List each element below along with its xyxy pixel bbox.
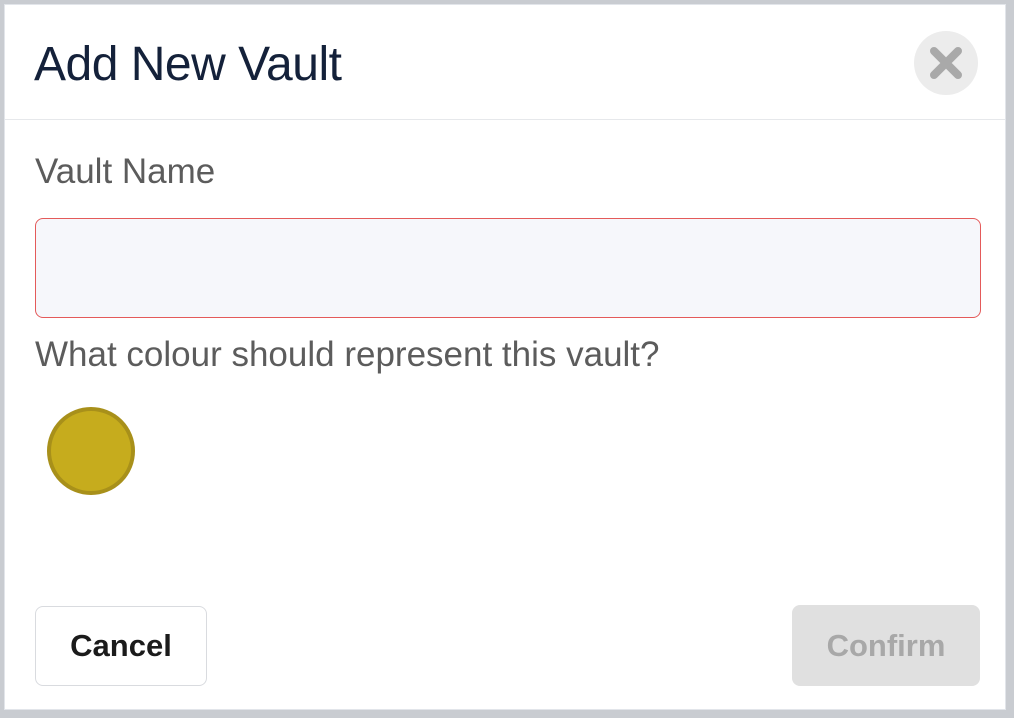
vault-name-input[interactable]: [35, 218, 981, 318]
colour-swatch-selected[interactable]: [47, 407, 135, 495]
close-button[interactable]: [914, 31, 978, 95]
dialog-title: Add New Vault: [34, 38, 342, 91]
cancel-button[interactable]: Cancel: [35, 606, 207, 686]
close-icon: [930, 47, 962, 79]
dialog-header: Add New Vault: [5, 5, 1005, 120]
add-vault-dialog: Add New Vault Vault Name What colour sho…: [4, 4, 1006, 710]
vault-name-label: Vault Name: [35, 152, 216, 191]
colour-label: What colour should represent this vault?: [35, 335, 660, 374]
confirm-button[interactable]: Confirm: [792, 605, 980, 686]
